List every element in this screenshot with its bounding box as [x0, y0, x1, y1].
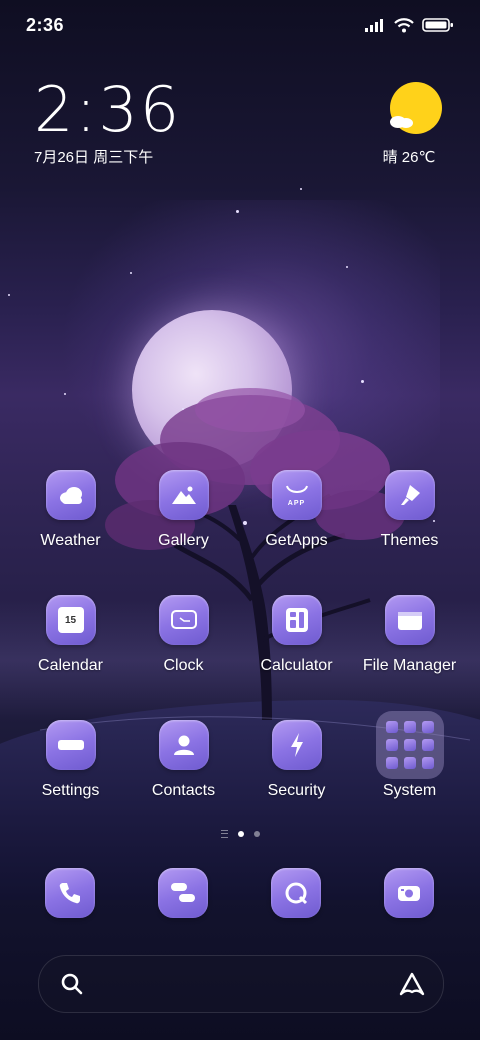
app-weather[interactable]: Weather: [14, 470, 127, 550]
clock-time: 2:36: [34, 73, 182, 146]
app-folder-system[interactable]: System: [353, 711, 466, 800]
cloud-small-icon: [390, 116, 413, 128]
app-label: Contacts: [151, 782, 216, 799]
wifi-icon: [394, 18, 414, 33]
mountain-icon: [158, 470, 209, 520]
status-time: 2:36: [26, 14, 65, 35]
app-label: Weather: [40, 532, 101, 549]
app-label: Gallery: [158, 532, 209, 549]
star: [64, 393, 66, 395]
star: [346, 266, 348, 268]
person-icon: [158, 720, 209, 770]
page-list-icon: [220, 830, 228, 838]
assistant-icon[interactable]: [397, 970, 427, 998]
clock-icon: [158, 595, 209, 645]
app-security[interactable]: Security: [240, 720, 353, 800]
app-label: Calculator: [260, 657, 333, 674]
app-label: Clock: [163, 657, 204, 674]
calendar-icon: 15: [45, 595, 96, 645]
brush-icon: [384, 470, 435, 520]
app-themes[interactable]: Themes: [353, 470, 466, 550]
app-contacts[interactable]: Contacts: [127, 720, 240, 800]
page-dot-active: [237, 831, 244, 837]
sun-icon: [390, 82, 442, 134]
weather-widget[interactable]: 晴 26℃: [383, 82, 444, 167]
folder-icon: [384, 595, 435, 645]
star: [182, 408, 184, 410]
star: [130, 272, 132, 274]
app-label: Settings: [41, 782, 100, 799]
star: [361, 380, 364, 383]
app-folder-icon: [375, 711, 444, 779]
cloud-icon: [45, 470, 96, 520]
clock-widget[interactable]: 2:36 7月26日 周三下午: [34, 78, 181, 167]
app-gallery[interactable]: Gallery: [127, 470, 240, 550]
page-dot: [253, 831, 260, 837]
app-getapps[interactable]: APP GetApps: [240, 470, 353, 550]
search-bar[interactable]: [38, 955, 444, 1013]
app-label: GetApps: [265, 532, 328, 549]
message-icon[interactable]: [158, 868, 208, 918]
app-calculator[interactable]: Calculator: [240, 595, 353, 675]
lightning-icon: [271, 720, 322, 770]
page-indicator[interactable]: [0, 830, 480, 838]
calendar-day: 15: [64, 614, 77, 626]
battery-icon: [422, 18, 453, 32]
app-label: System: [382, 782, 437, 799]
app-label: Security: [267, 782, 326, 799]
app-label: Themes: [380, 532, 439, 549]
home-screen: 2:36 2:36 7月26日 周三下午 晴 26℃ Weather Galle…: [0, 0, 480, 1040]
app-clock[interactable]: Clock: [127, 595, 240, 675]
weather-text: 晴 26℃: [382, 149, 436, 166]
clock-date: 7月26日 周三下午: [34, 149, 154, 166]
status-icons: [364, 17, 454, 33]
app-label: Calendar: [38, 657, 103, 674]
app-file-manager[interactable]: File Manager: [353, 595, 466, 675]
settings-icon: [45, 720, 96, 770]
search-icon: [61, 973, 83, 995]
signal-icon: [365, 19, 383, 32]
getapps-icon-text: APP: [287, 499, 306, 507]
app-settings[interactable]: Settings: [14, 720, 127, 800]
app-calendar[interactable]: 15 Calendar: [14, 595, 127, 675]
phone-icon[interactable]: [45, 868, 95, 918]
status-bar: 2:36: [0, 0, 480, 50]
star: [236, 210, 239, 213]
app-label: File Manager: [362, 657, 457, 674]
star: [300, 188, 302, 190]
shopping-bag-icon: APP: [271, 470, 322, 520]
calculator-icon: [271, 595, 322, 645]
browser-icon[interactable]: [271, 868, 321, 918]
camera-icon[interactable]: [384, 868, 434, 918]
star: [8, 294, 10, 296]
